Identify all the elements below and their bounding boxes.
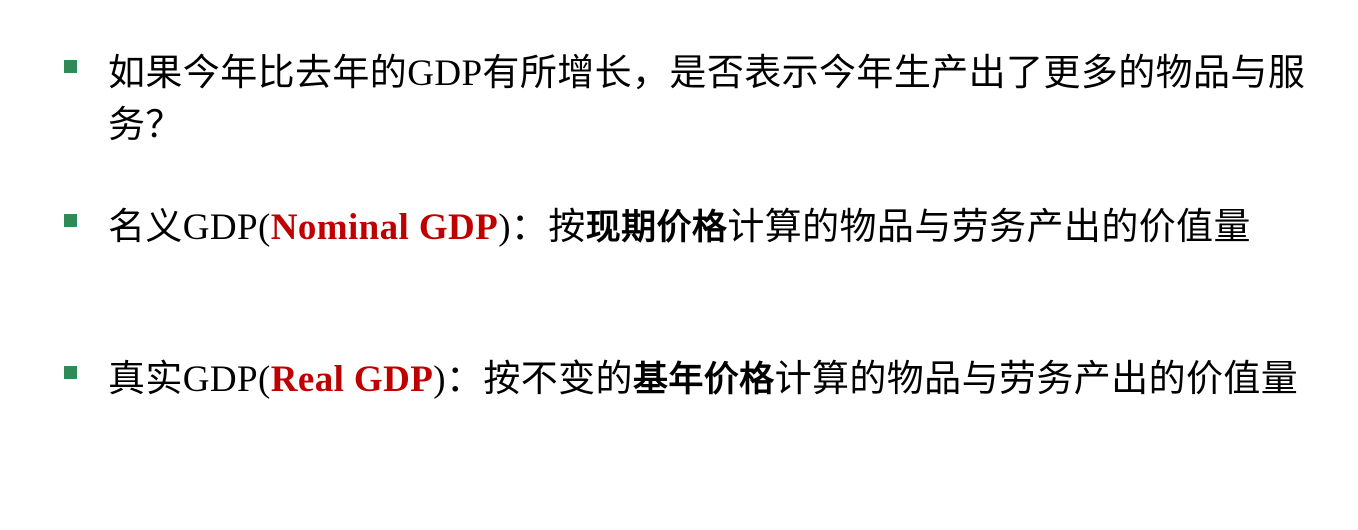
slide: 如果今年比去年的GDP有所增长，是否表示今年生产出了更多的物品与服务？ 名义GD… [0, 0, 1358, 530]
bullet-text: 真实GDP(Real GDP)：按不变的基年价格计算的物品与劳务产出的价值量 [108, 354, 1318, 406]
english-term: Real GDP [270, 359, 434, 400]
price-basis-term: 基年价格 [632, 360, 775, 400]
square-bullet-icon [64, 366, 77, 379]
question-text: 如果今年比去年的GDP有所增长，是否表示今年生产出了更多的物品与服务？ [108, 53, 1306, 146]
bullet-text: 名义GDP(Nominal GDP)：按现期价格计算的物品与劳务产出的价值量 [108, 202, 1318, 254]
english-term: Nominal GDP [270, 207, 499, 248]
square-bullet-icon [64, 214, 77, 227]
definition-suffix: 计算的物品与劳务产出的价值量 [774, 359, 1299, 400]
square-bullet-icon [64, 60, 77, 73]
definition-prefix: 名义GDP( [108, 207, 271, 248]
definition-mid: )：按 [498, 207, 586, 248]
definition-mid: )：按不变的 [433, 359, 633, 400]
bullet-text: 如果今年比去年的GDP有所增长，是否表示今年生产出了更多的物品与服务？ [108, 48, 1318, 152]
definition-suffix: 计算的物品与劳务产出的价值量 [727, 207, 1251, 248]
price-basis-term: 现期价格 [585, 208, 728, 248]
definition-prefix: 真实GDP( [108, 359, 271, 400]
